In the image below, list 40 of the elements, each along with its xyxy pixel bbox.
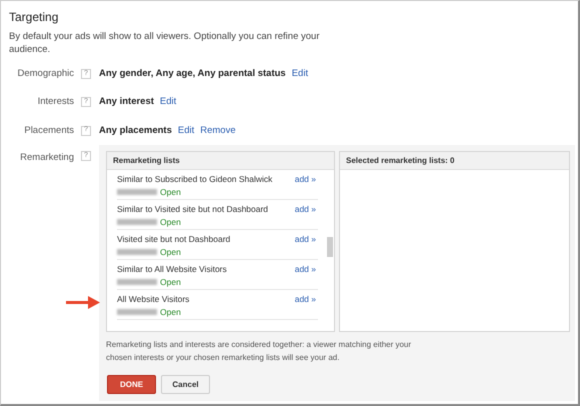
blurred-text [117, 279, 157, 285]
description-text: By default your ads will show to all viewers. Optionally you can refine your audience. [9, 30, 320, 56]
blurred-text [117, 309, 157, 315]
field-label: Placements [24, 124, 74, 138]
link[interactable]: Edit [292, 67, 308, 82]
arrow-icon [66, 295, 100, 310]
status-text: Open [160, 246, 181, 258]
add-link[interactable]: add » [294, 173, 316, 199]
field-value: Any gender, Any age, Any parental status [99, 67, 286, 81]
field-label: Interests [38, 95, 74, 110]
field-label: Remarketing [20, 151, 74, 165]
add-link[interactable]: add » [294, 263, 316, 289]
blurred-text [117, 249, 157, 255]
scrollbar[interactable] [327, 237, 333, 257]
link[interactable]: Edit [160, 95, 176, 110]
status-text: Open [160, 306, 181, 318]
note-text: Remarketing lists and interests are considered together: a viewer matching either your chosen interests or your chosen remarketing lists will see your ad. [106, 339, 412, 364]
field-value: Any interest [99, 95, 154, 110]
add-link[interactable]: add » [294, 203, 316, 229]
list-name: Similar to Subscribed to Gideon Shalwick [117, 173, 272, 185]
list-header: Remarketing lists [107, 152, 334, 170]
section-title: Targeting [9, 9, 58, 26]
link[interactable]: Remove [200, 124, 236, 138]
add-link[interactable]: add » [294, 233, 316, 259]
list-name: Similar to Visited site but not Dashboard [117, 203, 268, 215]
add-link[interactable]: add » [294, 293, 316, 319]
status-text: Open [160, 216, 181, 228]
field-label: Demographic [18, 67, 74, 81]
status-text: Open [160, 186, 181, 198]
cancel-button[interactable]: Cancel [161, 375, 210, 394]
list-name: All Website Visitors [117, 293, 190, 305]
status-text: Open [160, 276, 181, 288]
list-header: Selected remarketing lists: 0 [340, 152, 569, 170]
done-button[interactable]: DONE [107, 375, 156, 394]
blurred-text [117, 189, 157, 195]
blurred-text [117, 219, 157, 225]
list-name: Visited site but not Dashboard [117, 233, 230, 245]
field-value: Any placements [99, 124, 172, 138]
link[interactable]: Edit [178, 124, 194, 138]
list-name: Similar to All Website Visitors [117, 263, 227, 275]
